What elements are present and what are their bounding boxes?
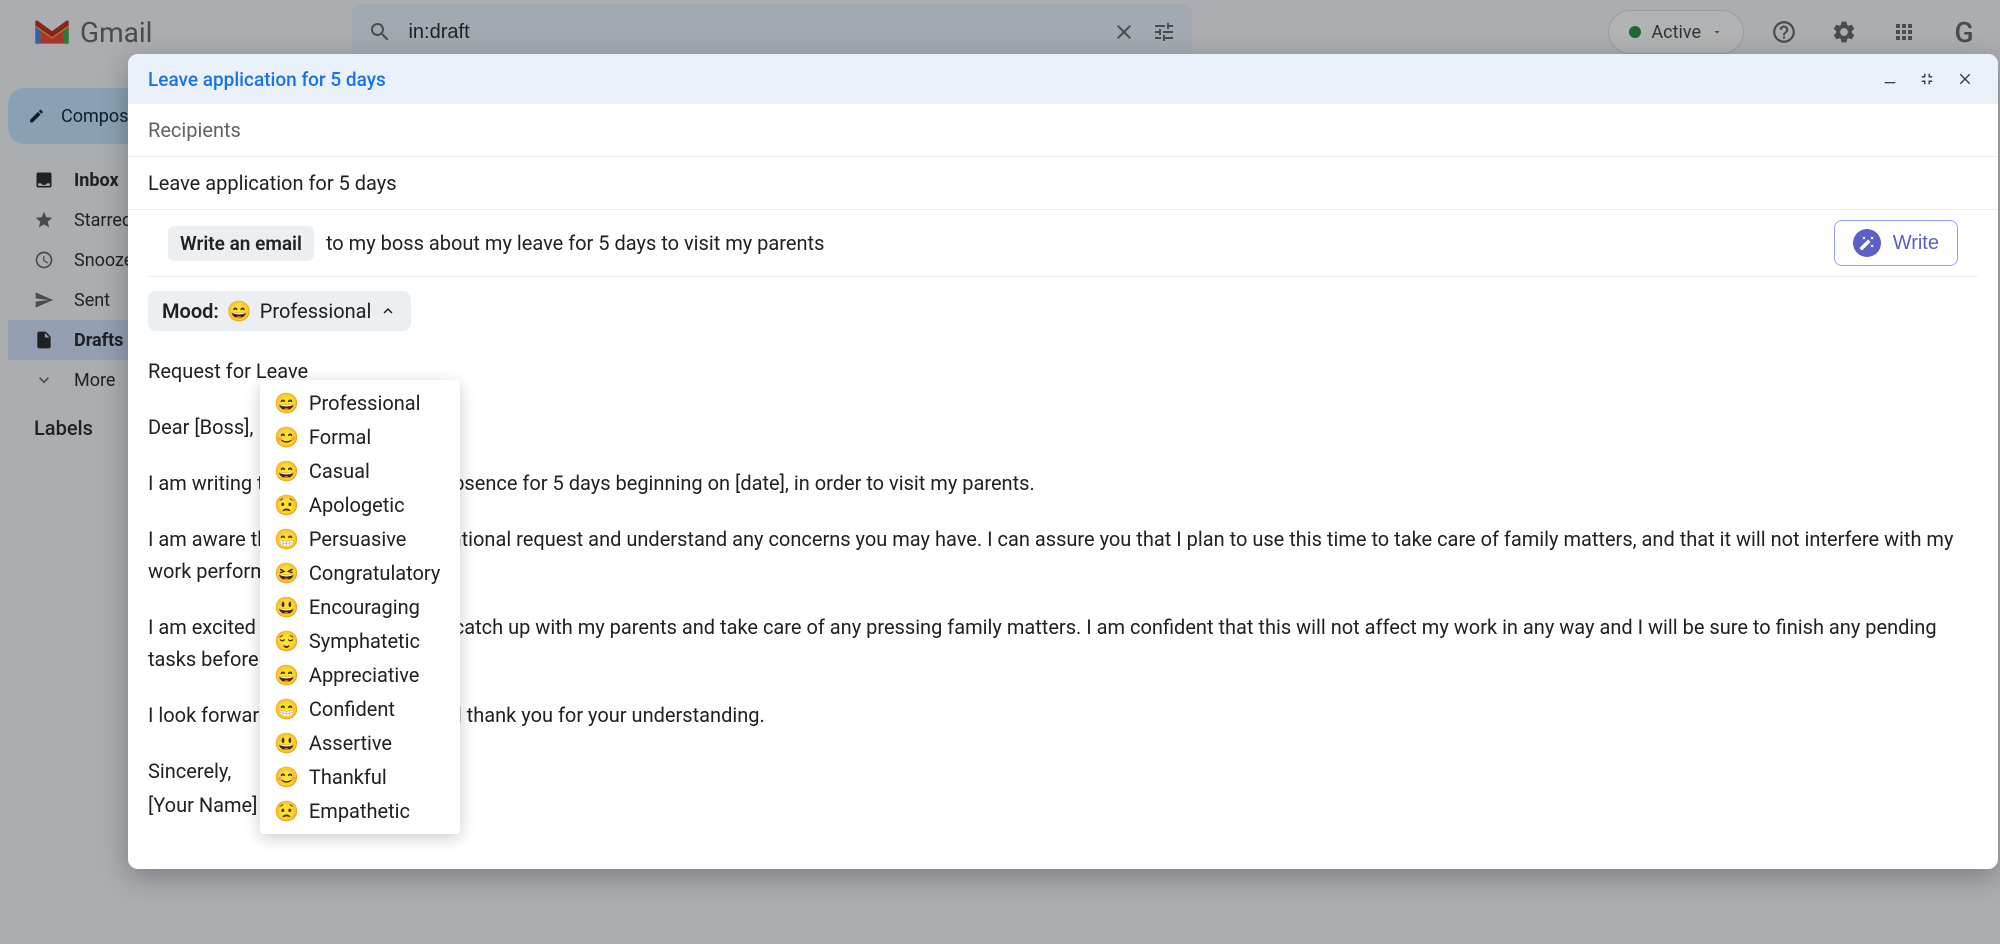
mood-option-appreciative[interactable]: 😄Appreciative: [260, 658, 460, 692]
mood-selected: Professional: [260, 299, 372, 323]
mood-option-apologetic[interactable]: 😟Apologetic: [260, 488, 460, 522]
recipients-field[interactable]: Recipients: [128, 104, 1998, 157]
write-an-email-chip: Write an email: [168, 226, 314, 261]
mood-option-confident[interactable]: 😁Confident: [260, 692, 460, 726]
mood-option-symphatetic[interactable]: 😌Symphatetic: [260, 624, 460, 658]
mood-selector[interactable]: Mood: 😄 Professional: [148, 291, 411, 331]
write-button-label: Write: [1893, 232, 1939, 255]
write-prompt-input[interactable]: to my boss about my leave for 5 days to …: [326, 231, 1822, 255]
mood-option-thankful[interactable]: 😊Thankful: [260, 760, 460, 794]
fullscreen-exit-icon[interactable]: [1914, 66, 1940, 92]
mood-option-casual[interactable]: 😄Casual: [260, 454, 460, 488]
mood-option-persuasive[interactable]: 😁Persuasive: [260, 522, 460, 556]
mood-option-empathetic[interactable]: 😟Empathetic: [260, 794, 460, 828]
mood-option-professional[interactable]: 😄Professional: [260, 386, 460, 420]
mood-option-congratulatory[interactable]: 😆Congratulatory: [260, 556, 460, 590]
mood-emoji-icon: 😄: [227, 299, 252, 323]
compose-title: Leave application for 5 days: [148, 68, 386, 91]
subject-field[interactable]: Leave application for 5 days: [128, 157, 1998, 210]
mood-option-formal[interactable]: 😊Formal: [260, 420, 460, 454]
mood-option-assertive[interactable]: 😃Assertive: [260, 726, 460, 760]
minimize-icon[interactable]: [1878, 66, 1902, 92]
mood-label: Mood:: [162, 299, 219, 323]
chevron-up-icon: [379, 302, 397, 320]
close-icon[interactable]: [1952, 66, 1978, 92]
mood-option-encouraging[interactable]: 😃Encouraging: [260, 590, 460, 624]
compose-header: Leave application for 5 days: [128, 54, 1998, 104]
mood-dropdown: 😄Professional 😊Formal 😄Casual 😟Apologeti…: [260, 380, 460, 834]
write-button[interactable]: Write: [1834, 220, 1958, 266]
magic-wand-icon: [1853, 229, 1881, 257]
